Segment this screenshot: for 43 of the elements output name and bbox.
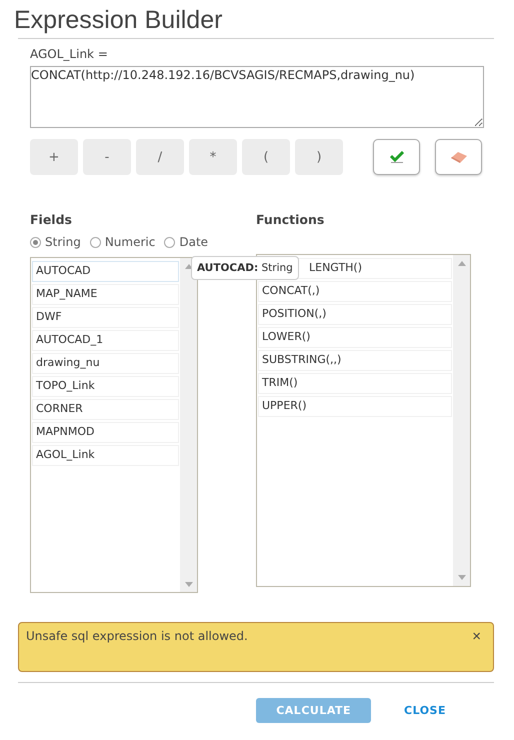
function-item[interactable]: TRIM() [258,373,452,394]
scrollbar[interactable] [180,258,197,592]
function-item[interactable]: CONCAT(,) [258,281,452,302]
scroll-down-icon[interactable] [458,575,466,580]
field-item[interactable]: DWF [32,307,179,328]
dialog-title: Expression Builder [14,6,222,36]
scrollbar[interactable] [453,255,470,586]
operator-button[interactable]: / [136,139,184,175]
type-radio[interactable]: Date [164,235,208,249]
type-radio[interactable]: String [30,235,81,249]
field-item[interactable]: drawing_nu [32,353,179,374]
clear-button[interactable] [435,139,482,175]
type-radio[interactable]: Numeric [90,235,156,249]
field-item[interactable]: AGOL_Link [32,445,179,466]
field-item[interactable]: MAP_NAME [32,284,179,305]
function-item[interactable]: LOWER() [258,327,452,348]
field-item[interactable]: CORNER [32,399,179,420]
field-item[interactable]: TOPO_Link [32,376,179,397]
alert-message: Unsafe sql expression is not allowed. [26,629,248,645]
field-tooltip: AUTOCAD: String [191,256,299,280]
expression-field[interactable]: CONCAT(http://10.248.192.16/BCVSAGIS/RECMAPS,drawing_nu) [30,66,484,128]
operator-button[interactable]: * [189,139,237,175]
scroll-down-icon[interactable] [185,582,193,587]
close-button[interactable]: CLOSE [404,698,446,723]
field-item[interactable]: MAPNMOD [32,422,179,443]
field-item[interactable]: AUTOCAD_1 [32,330,179,351]
operator-button[interactable]: + [30,139,78,175]
field-item[interactable]: AUTOCAD [32,261,179,282]
function-item[interactable]: SUBSTRING(,,) [258,350,452,371]
function-item[interactable]: POSITION(,) [258,304,452,325]
fields-list[interactable]: AUTOCAD MAP_NAME DWF AUTOCAD_1 drawing_nu TOPO_Link CORNER MAPNMOD AGOL_Link [30,257,198,593]
validate-button[interactable] [373,139,420,175]
function-item[interactable]: UPPER() [258,396,452,417]
operator-button[interactable]: - [83,139,131,175]
fields-heading: Fields [30,212,73,228]
field-label: AGOL_Link = [30,47,109,61]
operator-button[interactable]: ( [242,139,290,175]
functions-heading: Functions [256,212,326,228]
scroll-up-icon[interactable] [458,261,466,266]
checkmark-icon [390,151,404,163]
eraser-icon [450,150,468,164]
operator-button[interactable]: ) [295,139,343,175]
close-button[interactable]: × [472,629,481,645]
